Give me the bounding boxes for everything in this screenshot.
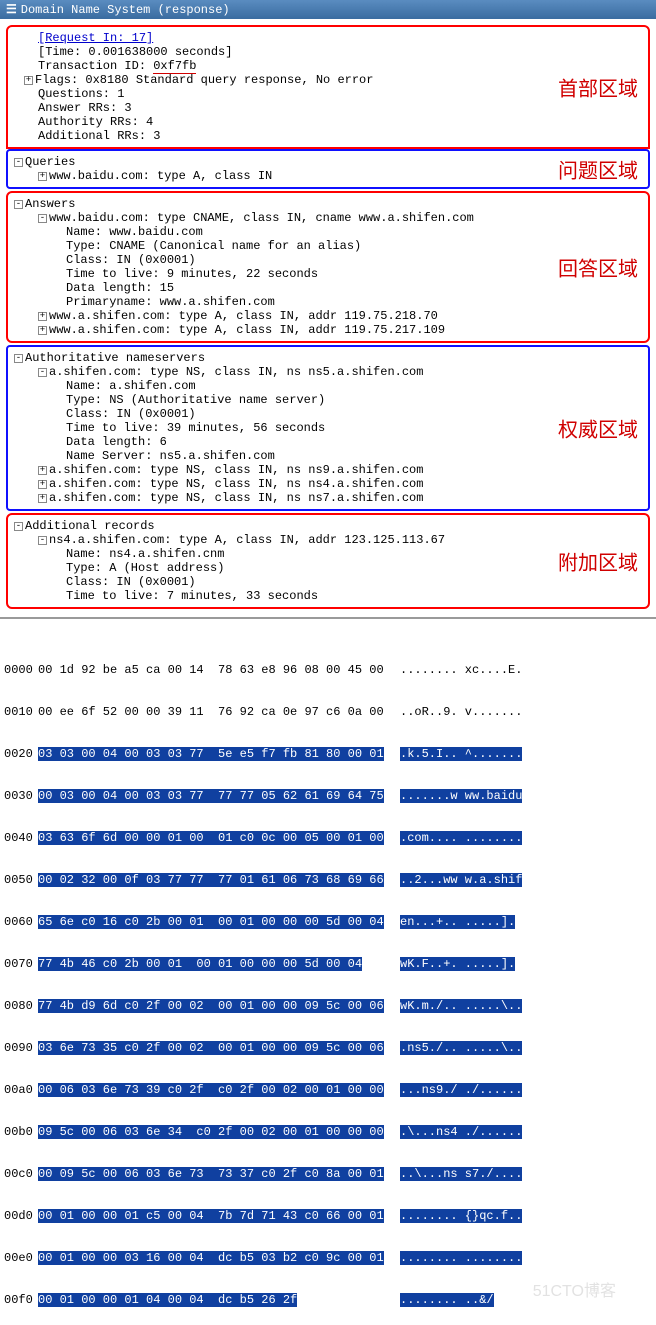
packet-details-pane: 首部区域 [Request In: 17] [Time: 0.001638000… (0, 19, 656, 617)
auth-item[interactable]: +a.shifen.com: type NS, class IN, ns ns7… (12, 491, 642, 505)
dns-header-section: 首部区域 [Request In: 17] [Time: 0.001638000… (6, 25, 650, 149)
hex-row[interactable]: 00e000 01 00 00 03 16 00 04 dc b5 03 b2 … (4, 1251, 652, 1265)
answer-type: Type: CNAME (Canonical name for an alias… (12, 239, 642, 253)
additional-rrs-count: Additional RRs: 3 (12, 129, 642, 143)
label-auth-cn: 权威区域 (558, 414, 638, 443)
dns-answers-section: 回答区域 -Answers -www.baidu.com: type CNAME… (6, 191, 650, 343)
queries-title-row[interactable]: -Queries (12, 155, 642, 169)
answer-datalen: Data length: 15 (12, 281, 642, 295)
minus-icon[interactable]: - (38, 536, 47, 545)
request-in-link[interactable]: [Request In: 17] (12, 31, 642, 45)
hex-row[interactable]: 001000 ee 6f 52 00 00 39 11 76 92 ca 0e … (4, 705, 652, 719)
answer-ttl: Time to live: 9 minutes, 22 seconds (12, 267, 642, 281)
hex-row[interactable]: 009003 6e 73 35 c0 2f 00 02 00 01 00 00 … (4, 1041, 652, 1055)
query-item[interactable]: +www.baidu.com: type A, class IN (12, 169, 642, 183)
minus-icon[interactable]: - (38, 214, 47, 223)
questions-count: Questions: 1 (12, 87, 642, 101)
answer-item[interactable]: -www.baidu.com: type CNAME, class IN, cn… (12, 211, 642, 225)
label-queries-cn: 问题区域 (558, 155, 638, 184)
hex-row[interactable]: 003000 03 00 04 00 03 03 77 77 77 05 62 … (4, 789, 652, 803)
label-header-cn: 首部区域 (558, 73, 638, 102)
dns-queries-section: 问题区域 -Queries +www.baidu.com: type A, cl… (6, 149, 650, 189)
minus-icon[interactable]: - (14, 354, 23, 363)
auth-name: Name: a.shifen.com (12, 379, 642, 393)
hex-row[interactable]: 00d000 01 00 00 01 c5 00 04 7b 7d 71 43 … (4, 1209, 652, 1223)
hex-dump-pane[interactable]: 51CTO博客 000000 1d 92 be a5 ca 00 14 78 6… (0, 617, 656, 1325)
addl-name: Name: ns4.a.shifen.cnm (12, 547, 642, 561)
addl-class: Class: IN (0x0001) (12, 575, 642, 589)
collapse-icon[interactable]: ☰ (6, 2, 17, 17)
label-addl-cn: 附加区域 (558, 547, 638, 576)
plus-icon[interactable]: + (38, 172, 47, 181)
answer-primaryname: Primaryname: www.a.shifen.com (12, 295, 642, 309)
transaction-id-value: 0xf7fb (153, 59, 196, 74)
hex-row[interactable]: 00c000 09 5c 00 06 03 6e 73 73 37 c0 2f … (4, 1167, 652, 1181)
time-value: [Time: 0.001638000 seconds] (12, 45, 642, 59)
dns-authoritative-section: 权威区域 -Authoritative nameservers -a.shife… (6, 345, 650, 511)
addl-type: Type: A (Host address) (12, 561, 642, 575)
hex-row[interactable]: 004003 63 6f 6d 00 00 01 00 01 c0 0c 00 … (4, 831, 652, 845)
label-answers-cn: 回答区域 (558, 253, 638, 282)
protocol-title-text: Domain Name System (response) (21, 3, 230, 17)
auth-item[interactable]: +a.shifen.com: type NS, class IN, ns ns4… (12, 477, 642, 491)
plus-icon[interactable]: + (38, 494, 47, 503)
plus-icon[interactable]: + (38, 466, 47, 475)
auth-nameserver: Name Server: ns5.a.shifen.com (12, 449, 642, 463)
transaction-id-row: Transaction ID: 0xf7fb (12, 59, 642, 73)
hex-row[interactable]: 007077 4b 46 c0 2b 00 01 00 01 00 00 00 … (4, 957, 652, 971)
auth-title-row[interactable]: -Authoritative nameservers (12, 351, 642, 365)
plus-icon[interactable]: + (38, 480, 47, 489)
watermark-text: 51CTO博客 (533, 1285, 616, 1299)
answer-item[interactable]: +www.a.shifen.com: type A, class IN, add… (12, 309, 642, 323)
auth-datalen: Data length: 6 (12, 435, 642, 449)
addl-title-row[interactable]: -Additional records (12, 519, 642, 533)
auth-class: Class: IN (0x0001) (12, 407, 642, 421)
minus-icon[interactable]: - (14, 158, 23, 167)
protocol-title-bar[interactable]: ☰ Domain Name System (response) (0, 0, 656, 19)
hex-row[interactable]: 00a000 06 03 6e 73 39 c0 2f c0 2f 00 02 … (4, 1083, 652, 1097)
auth-type: Type: NS (Authoritative name server) (12, 393, 642, 407)
plus-icon[interactable]: + (38, 312, 47, 321)
plus-icon[interactable]: + (38, 326, 47, 335)
auth-ttl: Time to live: 39 minutes, 56 seconds (12, 421, 642, 435)
hex-row[interactable]: 000000 1d 92 be a5 ca 00 14 78 63 e8 96 … (4, 663, 652, 677)
hex-row[interactable]: 00b009 5c 00 06 03 6e 34 c0 2f 00 02 00 … (4, 1125, 652, 1139)
answer-item[interactable]: +www.a.shifen.com: type A, class IN, add… (12, 323, 642, 337)
auth-item[interactable]: -a.shifen.com: type NS, class IN, ns ns5… (12, 365, 642, 379)
minus-icon[interactable]: - (14, 200, 23, 209)
minus-icon[interactable]: - (38, 368, 47, 377)
answer-class: Class: IN (0x0001) (12, 253, 642, 267)
answers-title-row[interactable]: -Answers (12, 197, 642, 211)
answer-rrs-count: Answer RRs: 3 (12, 101, 642, 115)
auth-item[interactable]: +a.shifen.com: type NS, class IN, ns ns9… (12, 463, 642, 477)
addl-ttl: Time to live: 7 minutes, 33 seconds (12, 589, 642, 603)
flags-row[interactable]: +Flags: 0x8180 Standard query response, … (12, 73, 642, 87)
authority-rrs-count: Authority RRs: 4 (12, 115, 642, 129)
addl-item[interactable]: -ns4.a.shifen.com: type A, class IN, add… (12, 533, 642, 547)
hex-row[interactable]: 002003 03 00 04 00 03 03 77 5e e5 f7 fb … (4, 747, 652, 761)
hex-row[interactable]: 008077 4b d9 6d c0 2f 00 02 00 01 00 00 … (4, 999, 652, 1013)
minus-icon[interactable]: - (14, 522, 23, 531)
hex-row[interactable]: 005000 02 32 00 0f 03 77 77 77 01 61 06 … (4, 873, 652, 887)
answer-name: Name: www.baidu.com (12, 225, 642, 239)
hex-row[interactable]: 006065 6e c0 16 c0 2b 00 01 00 01 00 00 … (4, 915, 652, 929)
dns-additional-section: 附加区域 -Additional records -ns4.a.shifen.c… (6, 513, 650, 609)
plus-icon[interactable]: + (24, 76, 33, 85)
